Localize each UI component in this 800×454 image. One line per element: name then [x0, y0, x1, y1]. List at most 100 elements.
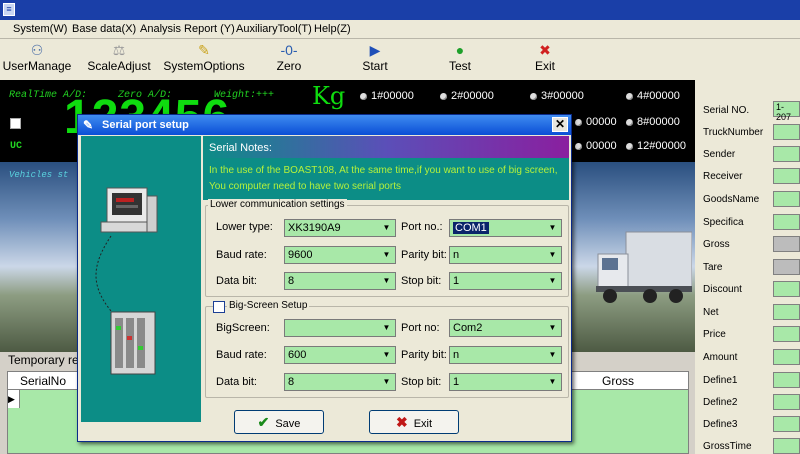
scale-radio-1[interactable]: 1#00000	[360, 90, 414, 102]
big-baud-label: Baud rate:	[216, 349, 267, 361]
options-icon: ✎	[198, 42, 210, 58]
lower-port-select[interactable]: COM1 ▼	[449, 219, 562, 237]
price-field[interactable]	[773, 326, 800, 342]
zero-button[interactable]: -0- Zero	[266, 39, 312, 80]
vehicles-status-label: Vehicles st	[9, 170, 69, 180]
big-port-label: Port no:	[401, 322, 440, 334]
chevron-down-icon: ▼	[544, 320, 561, 336]
field-label-define2: Define2	[703, 397, 738, 408]
chevron-down-icon: ▼	[378, 273, 395, 289]
field-label-discount: Discount	[703, 284, 742, 295]
big-screen-name-label: BigScreen:	[216, 322, 270, 334]
lower-stop-bit-label: Stop bit:	[401, 275, 442, 287]
big-baud-select[interactable]: 600 ▼	[284, 346, 396, 364]
chevron-down-icon: ▼	[544, 273, 561, 289]
scale-radio-12[interactable]: 12#00000	[626, 140, 686, 152]
big-stop-bit-select[interactable]: 1 ▼	[449, 373, 562, 391]
field-label-serial-no: Serial NO.	[703, 105, 750, 116]
dialog-title: Serial port setup	[102, 119, 189, 131]
chevron-down-icon: ▼	[544, 374, 561, 390]
chevron-down-icon: ▼	[378, 347, 395, 363]
plug-icon: ✎	[83, 118, 94, 132]
dialog-title-bar: ✎ Serial port setup ✕	[78, 115, 571, 135]
discount-field[interactable]	[773, 281, 800, 297]
chevron-down-icon: ▼	[544, 247, 561, 263]
toolbar: ⚇ UserManage ⚖ ScaleAdjust ✎ SystemOptio…	[0, 39, 800, 80]
lower-port-label: Port no.:	[401, 221, 443, 233]
define1-field[interactable]	[773, 372, 800, 388]
lower-baud-select[interactable]: 9600 ▼	[284, 246, 396, 264]
user-manage-button[interactable]: ⚇ UserManage	[0, 39, 74, 80]
exit-button[interactable]: ✖ Exit	[526, 39, 564, 80]
scale-radio-11[interactable]: 00000	[575, 140, 617, 152]
big-screen-select[interactable]: ▼	[284, 319, 396, 337]
gross-time-field[interactable]	[773, 438, 800, 454]
scale-radio-3[interactable]: 3#00000	[530, 90, 584, 102]
start-button[interactable]: ▶ Start	[354, 39, 396, 80]
specifica-field[interactable]	[773, 214, 800, 230]
display-checkbox[interactable]	[10, 118, 21, 129]
scale-icon: ⚖	[112, 42, 126, 58]
field-label-specifica: Specifica	[703, 217, 744, 228]
serial-notes-title: Serial Notes:	[203, 136, 569, 158]
big-data-bit-select[interactable]: 8 ▼	[284, 373, 396, 391]
receiver-field[interactable]	[773, 168, 800, 184]
weight-unit: Kg	[312, 82, 346, 110]
field-label-gross-time: GrossTime	[703, 441, 752, 452]
save-button[interactable]: ✔ Save	[234, 410, 324, 434]
lower-data-bit-select[interactable]: 8 ▼	[284, 272, 396, 290]
lower-stop-bit-select[interactable]: 1 ▼	[449, 272, 562, 290]
chevron-down-icon: ▼	[378, 220, 395, 236]
dialog-close-button[interactable]: ✕	[552, 117, 568, 132]
system-options-button[interactable]: ✎ SystemOptions	[160, 39, 248, 80]
big-parity-select[interactable]: n ▼	[449, 346, 562, 364]
scale-radio-4[interactable]: 4#00000	[626, 90, 680, 102]
scale-adjust-button[interactable]: ⚖ ScaleAdjust	[84, 39, 154, 80]
field-label-sender: Sender	[703, 149, 736, 160]
close-icon: ✖	[395, 414, 408, 430]
field-label-amount: Amount	[703, 352, 738, 363]
big-screen-checkbox[interactable]	[213, 301, 225, 313]
menu-analysis-report[interactable]: Analysis Report (Y)	[140, 23, 235, 35]
chevron-down-icon: ▼	[378, 374, 395, 390]
serial-note-line-1: In the use of the BOAST108, At the same …	[209, 165, 558, 176]
window-title-bar: ≡	[0, 0, 800, 20]
amount-field[interactable]	[773, 349, 800, 365]
scale-radio-2[interactable]: 2#00000	[440, 90, 494, 102]
menu-system[interactable]: System(W)	[13, 23, 67, 35]
menu-base-data[interactable]: Base data(X)	[72, 23, 136, 35]
lower-parity-select[interactable]: n ▼	[449, 246, 562, 264]
goods-name-field[interactable]	[773, 191, 800, 207]
field-label-receiver: Receiver	[703, 171, 743, 182]
test-button[interactable]: ● Test	[440, 39, 480, 80]
menu-auxiliary-tool[interactable]: AuxiliaryTool(T)	[236, 23, 312, 35]
truck-number-field[interactable]	[773, 124, 800, 140]
scale-radio-8[interactable]: 8#00000	[626, 116, 680, 128]
big-parity-label: Parity bit:	[401, 349, 447, 361]
menu-bar: System(W) Base data(X) Analysis Report (…	[0, 20, 800, 39]
tare-field	[773, 259, 800, 275]
field-label-net: Net	[703, 307, 719, 318]
field-label-define3: Define3	[703, 419, 738, 430]
serial-no-field[interactable]: 1-207	[773, 101, 800, 122]
define2-field[interactable]	[773, 394, 800, 410]
net-field[interactable]	[773, 304, 800, 320]
zero-icon: -0-	[280, 42, 298, 58]
play-icon: ▶	[369, 42, 381, 58]
lower-type-select[interactable]: XK3190A9 ▼	[284, 219, 396, 237]
serial-note-line-2: You computer need to have two serial por…	[209, 181, 401, 192]
big-stop-bit-label: Stop bit:	[401, 376, 442, 388]
column-gross[interactable]: Gross	[602, 374, 634, 388]
computer-icon	[95, 187, 158, 375]
chevron-down-icon: ▼	[544, 220, 561, 236]
define3-field[interactable]	[773, 416, 800, 432]
lower-type-label: Lower type:	[216, 221, 273, 233]
field-label-define1: Define1	[703, 375, 738, 386]
column-serialno[interactable]: SerialNo	[20, 374, 66, 388]
dialog-exit-button[interactable]: ✖ Exit	[369, 410, 459, 434]
menu-help[interactable]: Help(Z)	[314, 23, 351, 35]
sender-field[interactable]	[773, 146, 800, 162]
users-icon: ⚇	[30, 42, 44, 58]
big-port-select[interactable]: Com2 ▼	[449, 319, 562, 337]
scale-radio-7[interactable]: 00000	[575, 116, 617, 128]
